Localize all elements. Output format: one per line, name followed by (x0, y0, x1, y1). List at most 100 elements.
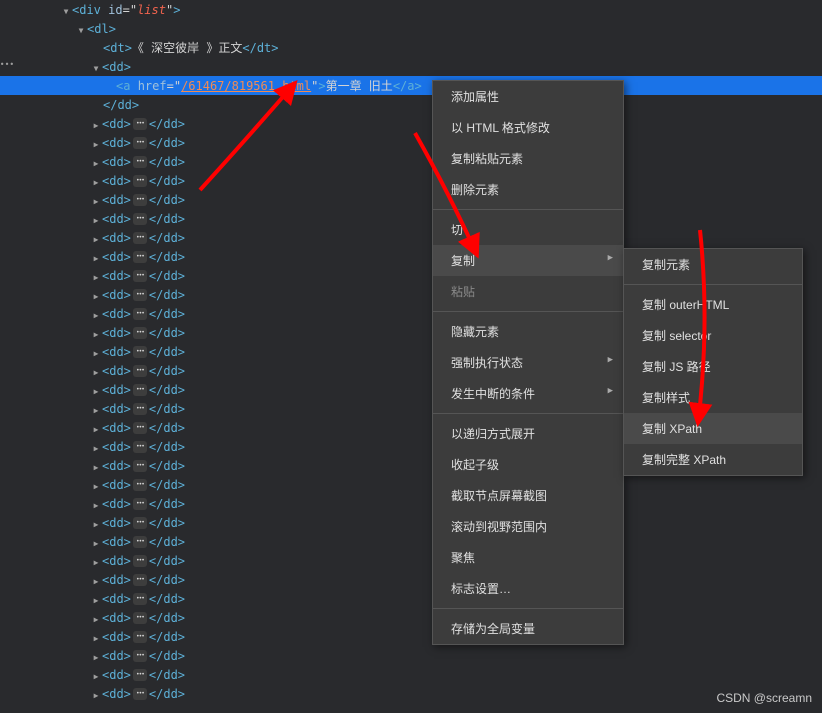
menu-item[interactable]: 复制 outerHTML (624, 289, 802, 320)
ellipsis-icon[interactable] (133, 650, 147, 662)
ellipsis-icon[interactable] (133, 194, 147, 206)
menu-item[interactable]: 删除元素 (433, 174, 623, 205)
ellipsis-icon[interactable] (133, 612, 147, 624)
menu-item[interactable]: 以递归方式展开 (433, 418, 623, 449)
chevron-right-icon[interactable] (90, 212, 102, 226)
menu-item[interactable]: 标志设置… (433, 573, 623, 604)
tree-node[interactable]: <dd> </dd> (0, 627, 822, 646)
chevron-down-icon[interactable] (75, 22, 87, 36)
ellipsis-icon[interactable] (133, 156, 147, 168)
tree-node[interactable]: <dd> </dd> (0, 171, 822, 190)
chevron-right-icon[interactable] (90, 440, 102, 454)
ellipsis-icon[interactable] (133, 270, 147, 282)
ellipsis-icon[interactable] (133, 213, 147, 225)
menu-item[interactable]: 复制元素 (624, 249, 802, 280)
ellipsis-icon[interactable] (133, 593, 147, 605)
menu-item[interactable]: 以 HTML 格式修改 (433, 112, 623, 143)
menu-item[interactable]: 存储为全局变量 (433, 613, 623, 644)
chevron-right-icon[interactable] (90, 649, 102, 663)
chevron-right-icon[interactable] (90, 573, 102, 587)
chevron-right-icon[interactable] (90, 288, 102, 302)
menu-item[interactable]: 切 (433, 214, 623, 245)
ellipsis-icon[interactable] (133, 422, 147, 434)
chevron-right-icon[interactable] (90, 136, 102, 150)
tree-node[interactable]: <dd> </dd> (0, 494, 822, 513)
tree-node[interactable]: <dd> </dd> (0, 190, 822, 209)
ellipsis-icon[interactable] (133, 365, 147, 377)
tree-node[interactable]: <dd> </dd> (0, 209, 822, 228)
ellipsis-icon[interactable] (133, 232, 147, 244)
tree-node[interactable]: <dd> </dd> (0, 608, 822, 627)
chevron-right-icon[interactable] (90, 174, 102, 188)
chevron-right-icon[interactable] (90, 307, 102, 321)
ellipsis-icon[interactable] (133, 536, 147, 548)
tree-node[interactable]: <dd> </dd> (0, 684, 822, 703)
chevron-right-icon[interactable] (90, 155, 102, 169)
menu-item[interactable]: 复制样式 (624, 382, 802, 413)
tree-node[interactable]: <dd> </dd> (0, 475, 822, 494)
ellipsis-icon[interactable] (133, 137, 147, 149)
menu-item[interactable]: 添加属性 (433, 81, 623, 112)
ellipsis-icon[interactable] (133, 251, 147, 263)
ellipsis-icon[interactable] (133, 631, 147, 643)
menu-item[interactable]: 隐藏元素 (433, 316, 623, 347)
chevron-right-icon[interactable] (90, 269, 102, 283)
menu-item[interactable]: 强制执行状态▶ (433, 347, 623, 378)
ellipsis-icon[interactable] (133, 384, 147, 396)
tree-node[interactable]: <dd> </dd> (0, 570, 822, 589)
tree-node[interactable]: <dd> </dd> (0, 228, 822, 247)
tree-node[interactable]: </dd> (0, 95, 822, 114)
chevron-right-icon[interactable] (90, 611, 102, 625)
chevron-right-icon[interactable] (90, 402, 102, 416)
tree-node[interactable]: <dd> </dd> (0, 532, 822, 551)
chevron-right-icon[interactable] (90, 364, 102, 378)
tree-node[interactable]: <dd> </dd> (0, 114, 822, 133)
chevron-right-icon[interactable] (90, 117, 102, 131)
chevron-right-icon[interactable] (90, 535, 102, 549)
chevron-right-icon[interactable] (90, 630, 102, 644)
tree-node[interactable]: <dd> </dd> (0, 513, 822, 532)
ellipsis-icon[interactable] (133, 175, 147, 187)
tree-node[interactable]: <dd> </dd> (0, 551, 822, 570)
ellipsis-icon[interactable] (133, 308, 147, 320)
tree-node[interactable]: <dd> (0, 57, 822, 76)
chevron-right-icon[interactable] (90, 345, 102, 359)
tree-node[interactable]: <dl> (0, 19, 822, 38)
ellipsis-icon[interactable] (133, 441, 147, 453)
chevron-right-icon[interactable] (90, 687, 102, 701)
menu-item[interactable]: 复制完整 XPath (624, 444, 802, 475)
chevron-right-icon[interactable] (90, 383, 102, 397)
chevron-right-icon[interactable] (90, 421, 102, 435)
menu-item[interactable]: 复制▶ (433, 245, 623, 276)
ellipsis-icon[interactable] (133, 555, 147, 567)
menu-item[interactable]: 复制粘贴元素 (433, 143, 623, 174)
chevron-right-icon[interactable] (90, 231, 102, 245)
ellipsis-icon[interactable] (133, 327, 147, 339)
menu-item[interactable]: 收起子级 (433, 449, 623, 480)
chevron-right-icon[interactable] (90, 554, 102, 568)
menu-item[interactable]: 截取节点屏幕截图 (433, 480, 623, 511)
chevron-right-icon[interactable] (90, 459, 102, 473)
ellipsis-icon[interactable] (133, 669, 147, 681)
menu-item[interactable]: 发生中断的条件▶ (433, 378, 623, 409)
tree-node[interactable]: <dd> </dd> (0, 152, 822, 171)
chevron-right-icon[interactable] (90, 326, 102, 340)
tree-node[interactable]: <dt> 《 深空彼岸 》正文 </dt> (0, 38, 822, 57)
ellipsis-icon[interactable] (133, 688, 147, 700)
chevron-right-icon[interactable] (90, 516, 102, 530)
tree-node-selected[interactable]: <a href =" /61467/819561.html " > 第一章 旧土… (0, 76, 822, 95)
menu-item[interactable]: 复制 JS 路径 (624, 351, 802, 382)
ellipsis-icon[interactable] (133, 460, 147, 472)
chevron-down-icon[interactable] (90, 60, 102, 74)
menu-item[interactable]: 滚动到视野范围内 (433, 511, 623, 542)
tree-node[interactable]: <dd> </dd> (0, 646, 822, 665)
ellipsis-icon[interactable] (133, 403, 147, 415)
ellipsis-icon[interactable] (133, 574, 147, 586)
chevron-down-icon[interactable] (60, 3, 72, 17)
ellipsis-icon[interactable] (133, 346, 147, 358)
chevron-right-icon[interactable] (90, 668, 102, 682)
ellipsis-icon[interactable] (133, 289, 147, 301)
tree-node[interactable]: <dd> </dd> (0, 665, 822, 684)
chevron-right-icon[interactable] (90, 193, 102, 207)
ellipsis-icon[interactable] (133, 498, 147, 510)
